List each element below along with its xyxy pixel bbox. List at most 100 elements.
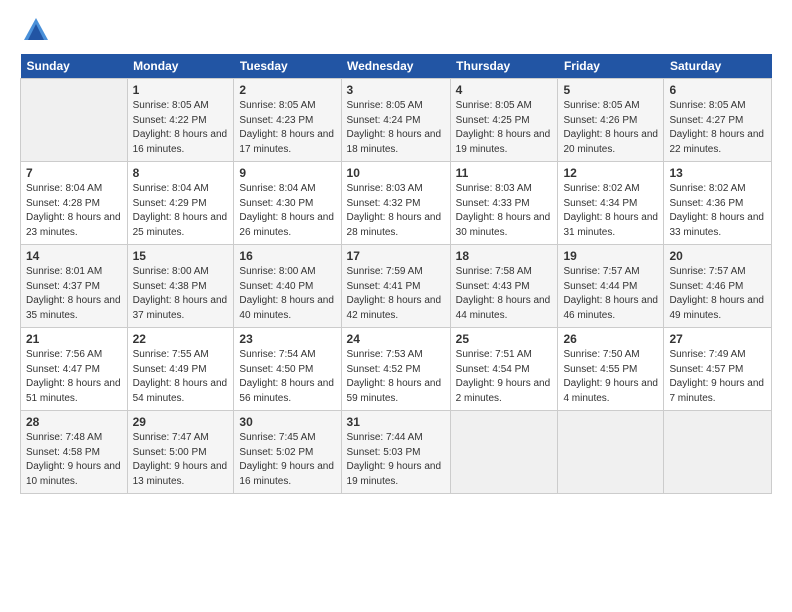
- calendar-cell: 12 Sunrise: 8:02 AMSunset: 4:34 PMDayligh…: [558, 162, 664, 245]
- day-number: 5: [563, 83, 658, 97]
- day-number: 6: [669, 83, 766, 97]
- day-number: 24: [347, 332, 445, 346]
- day-detail: Sunrise: 8:05 AMSunset: 4:23 PMDaylight:…: [239, 99, 335, 157]
- week-row-5: 28Sunrise: 7:48 AMSunset: 4:58 PMDayligh…: [21, 411, 772, 494]
- calendar-cell: 31 Sunrise: 7:44 AMSunset: 5:03 PMDayligh…: [341, 411, 450, 494]
- calendar-cell: [21, 79, 128, 162]
- week-row-4: 21 Sunrise: 7:56 AMSunset: 4:47 PMDayligh…: [21, 328, 772, 411]
- day-detail: Sunrise: 8:02 AMSunset: 4:36 PMDaylight:…: [669, 182, 766, 240]
- day-number: 27: [669, 332, 766, 346]
- day-number: 23: [239, 332, 335, 346]
- day-detail: Sunrise: 7:49 AMSunset: 4:57 PMDaylight:…: [669, 348, 766, 406]
- day-detail: Sunrise: 7:57 AMSunset: 4:46 PMDaylight:…: [669, 265, 766, 323]
- day-header-monday: Monday: [127, 54, 234, 79]
- day-detail: Sunrise: 8:02 AMSunset: 4:34 PMDaylight:…: [563, 182, 658, 240]
- calendar-cell: 20Sunrise: 7:57 AMSunset: 4:46 PMDayligh…: [664, 245, 772, 328]
- calendar-cell: 24 Sunrise: 7:53 AMSunset: 4:52 PMDayligh…: [341, 328, 450, 411]
- day-number: 26: [563, 332, 658, 346]
- calendar-cell: 8 Sunrise: 8:04 AMSunset: 4:29 PMDaylight…: [127, 162, 234, 245]
- day-detail: Sunrise: 8:04 AMSunset: 4:30 PMDaylight:…: [239, 182, 335, 240]
- day-number: 1: [133, 83, 229, 97]
- day-detail: Sunrise: 7:50 AMSunset: 4:55 PMDaylight:…: [563, 348, 658, 406]
- day-number: 11: [456, 166, 553, 180]
- logo: [20, 16, 54, 44]
- day-number: 10: [347, 166, 445, 180]
- calendar-cell: 2 Sunrise: 8:05 AMSunset: 4:23 PMDaylight…: [234, 79, 341, 162]
- day-number: 12: [563, 166, 658, 180]
- day-detail: Sunrise: 7:48 AMSunset: 4:58 PMDaylight:…: [26, 431, 122, 489]
- calendar-cell: [664, 411, 772, 494]
- day-detail: Sunrise: 7:54 AMSunset: 4:50 PMDaylight:…: [239, 348, 335, 406]
- day-detail: Sunrise: 7:58 AMSunset: 4:43 PMDaylight:…: [456, 265, 553, 323]
- day-detail: Sunrise: 8:05 AMSunset: 4:24 PMDaylight:…: [347, 99, 445, 157]
- day-detail: Sunrise: 8:01 AMSunset: 4:37 PMDaylight:…: [26, 265, 122, 323]
- week-row-2: 7Sunrise: 8:04 AMSunset: 4:28 PMDaylight…: [21, 162, 772, 245]
- calendar-cell: 14 Sunrise: 8:01 AMSunset: 4:37 PMDayligh…: [21, 245, 128, 328]
- page: SundayMondayTuesdayWednesdayThursdayFrid…: [0, 0, 792, 612]
- calendar-cell: 5 Sunrise: 8:05 AMSunset: 4:26 PMDaylight…: [558, 79, 664, 162]
- calendar-cell: 26 Sunrise: 7:50 AMSunset: 4:55 PMDayligh…: [558, 328, 664, 411]
- logo-icon: [22, 16, 50, 44]
- calendar-cell: 28Sunrise: 7:48 AMSunset: 4:58 PMDayligh…: [21, 411, 128, 494]
- day-detail: Sunrise: 7:59 AMSunset: 4:41 PMDaylight:…: [347, 265, 445, 323]
- calendar-cell: 25Sunrise: 7:51 AMSunset: 4:54 PMDayligh…: [450, 328, 558, 411]
- calendar-cell: 3 Sunrise: 8:05 AMSunset: 4:24 PMDaylight…: [341, 79, 450, 162]
- calendar-cell: 17 Sunrise: 7:59 AMSunset: 4:41 PMDayligh…: [341, 245, 450, 328]
- day-detail: Sunrise: 7:53 AMSunset: 4:52 PMDaylight:…: [347, 348, 445, 406]
- calendar-cell: 7Sunrise: 8:04 AMSunset: 4:28 PMDaylight…: [21, 162, 128, 245]
- day-number: 31: [347, 415, 445, 429]
- calendar-table: SundayMondayTuesdayWednesdayThursdayFrid…: [20, 54, 772, 494]
- day-number: 17: [347, 249, 445, 263]
- day-header-thursday: Thursday: [450, 54, 558, 79]
- header: [20, 16, 772, 44]
- calendar-cell: 30Sunrise: 7:45 AMSunset: 5:02 PMDayligh…: [234, 411, 341, 494]
- day-number: 19: [563, 249, 658, 263]
- day-detail: Sunrise: 8:05 AMSunset: 4:22 PMDaylight:…: [133, 99, 229, 157]
- day-number: 8: [133, 166, 229, 180]
- calendar-cell: [558, 411, 664, 494]
- calendar-cell: 29 Sunrise: 7:47 AMSunset: 5:00 PMDayligh…: [127, 411, 234, 494]
- calendar-cell: 6 Sunrise: 8:05 AMSunset: 4:27 PMDaylight…: [664, 79, 772, 162]
- header-row: SundayMondayTuesdayWednesdayThursdayFrid…: [21, 54, 772, 79]
- calendar-cell: 1 Sunrise: 8:05 AMSunset: 4:22 PMDaylight…: [127, 79, 234, 162]
- day-number: 14: [26, 249, 122, 263]
- day-detail: Sunrise: 8:04 AMSunset: 4:29 PMDaylight:…: [133, 182, 229, 240]
- calendar-cell: 16 Sunrise: 8:00 AMSunset: 4:40 PMDayligh…: [234, 245, 341, 328]
- week-row-1: 1 Sunrise: 8:05 AMSunset: 4:22 PMDaylight…: [21, 79, 772, 162]
- day-detail: Sunrise: 7:45 AMSunset: 5:02 PMDaylight:…: [239, 431, 335, 489]
- calendar-cell: 15 Sunrise: 8:00 AMSunset: 4:38 PMDayligh…: [127, 245, 234, 328]
- day-number: 15: [133, 249, 229, 263]
- day-detail: Sunrise: 7:57 AMSunset: 4:44 PMDaylight:…: [563, 265, 658, 323]
- day-number: 7: [26, 166, 122, 180]
- day-number: 4: [456, 83, 553, 97]
- day-number: 2: [239, 83, 335, 97]
- day-detail: Sunrise: 7:56 AMSunset: 4:47 PMDaylight:…: [26, 348, 122, 406]
- day-detail: Sunrise: 7:44 AMSunset: 5:03 PMDaylight:…: [347, 431, 445, 489]
- day-number: 29: [133, 415, 229, 429]
- day-detail: Sunrise: 8:00 AMSunset: 4:38 PMDaylight:…: [133, 265, 229, 323]
- day-number: 3: [347, 83, 445, 97]
- day-number: 25: [456, 332, 553, 346]
- calendar-cell: 23 Sunrise: 7:54 AMSunset: 4:50 PMDayligh…: [234, 328, 341, 411]
- day-number: 9: [239, 166, 335, 180]
- calendar-cell: 27 Sunrise: 7:49 AMSunset: 4:57 PMDayligh…: [664, 328, 772, 411]
- calendar-cell: 11 Sunrise: 8:03 AMSunset: 4:33 PMDayligh…: [450, 162, 558, 245]
- day-number: 13: [669, 166, 766, 180]
- day-number: 18: [456, 249, 553, 263]
- week-row-3: 14 Sunrise: 8:01 AMSunset: 4:37 PMDayligh…: [21, 245, 772, 328]
- calendar-cell: 21 Sunrise: 7:56 AMSunset: 4:47 PMDayligh…: [21, 328, 128, 411]
- calendar-cell: 19 Sunrise: 7:57 AMSunset: 4:44 PMDayligh…: [558, 245, 664, 328]
- day-detail: Sunrise: 8:05 AMSunset: 4:26 PMDaylight:…: [563, 99, 658, 157]
- calendar-cell: 22Sunrise: 7:55 AMSunset: 4:49 PMDayligh…: [127, 328, 234, 411]
- calendar-cell: [450, 411, 558, 494]
- day-detail: Sunrise: 8:03 AMSunset: 4:33 PMDaylight:…: [456, 182, 553, 240]
- day-number: 16: [239, 249, 335, 263]
- day-detail: Sunrise: 8:05 AMSunset: 4:27 PMDaylight:…: [669, 99, 766, 157]
- day-detail: Sunrise: 7:47 AMSunset: 5:00 PMDaylight:…: [133, 431, 229, 489]
- calendar-cell: 13 Sunrise: 8:02 AMSunset: 4:36 PMDayligh…: [664, 162, 772, 245]
- day-detail: Sunrise: 8:03 AMSunset: 4:32 PMDaylight:…: [347, 182, 445, 240]
- day-detail: Sunrise: 8:00 AMSunset: 4:40 PMDaylight:…: [239, 265, 335, 323]
- day-number: 21: [26, 332, 122, 346]
- day-number: 22: [133, 332, 229, 346]
- calendar-cell: 10 Sunrise: 8:03 AMSunset: 4:32 PMDayligh…: [341, 162, 450, 245]
